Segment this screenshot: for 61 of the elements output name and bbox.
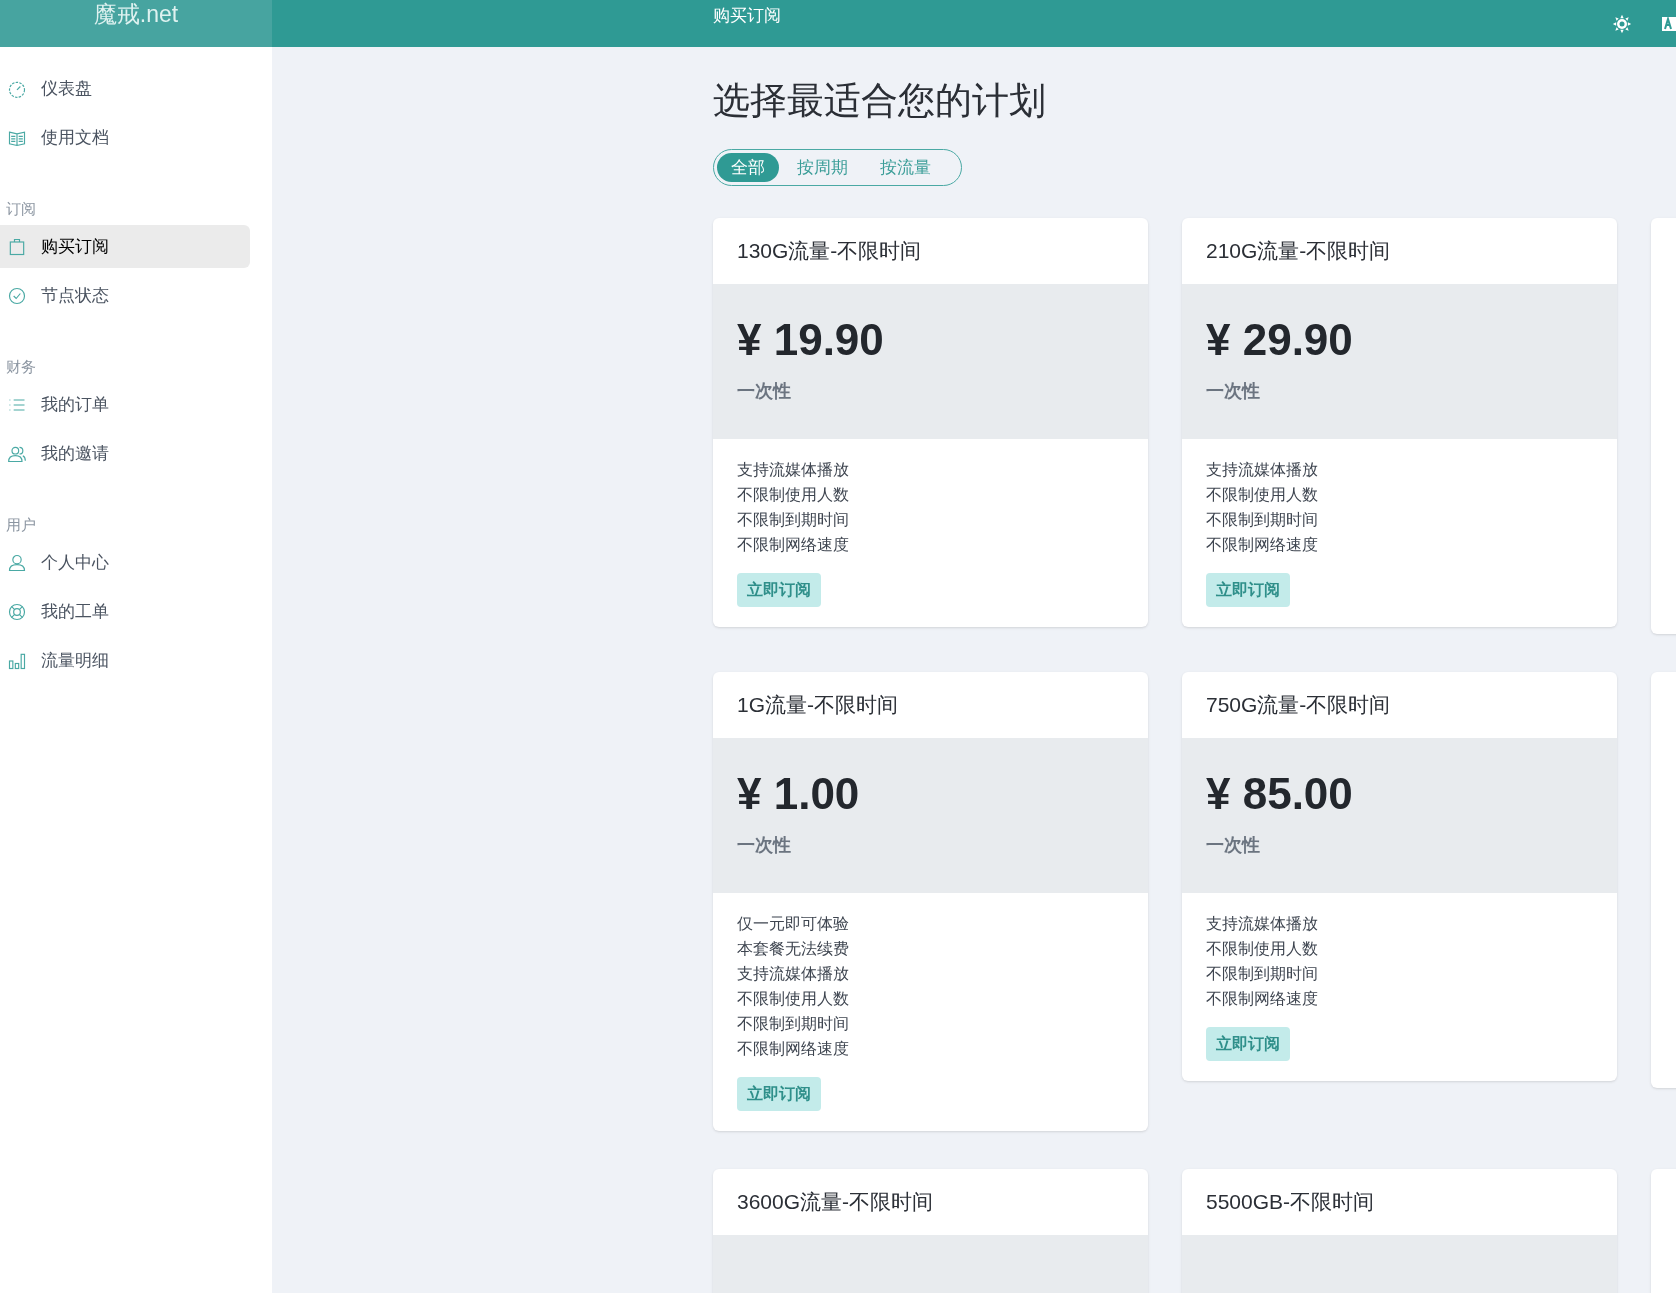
plan-feature: 不限制到期时间 [1206, 964, 1319, 984]
plan-feature: 支持流媒体播放 [737, 964, 850, 984]
plan-feature: 不限制使用人数 [737, 989, 850, 1009]
sidebar-item[interactable]: 仪表盘 [0, 67, 250, 110]
sidebar-item[interactable]: 我的工单 [0, 590, 250, 633]
plan-name: 130G流量-不限时间 [736, 238, 923, 265]
plan-name: 210G流量-不限时间 [1205, 238, 1392, 265]
plan-name: 1G流量-不限时间 [736, 692, 899, 719]
plan-period: 一次性 [1206, 380, 1261, 403]
sidebar-label: 我的工单 [41, 600, 109, 623]
plan-period: 一次性 [737, 834, 792, 857]
plan-price: ¥ 1.00 [737, 768, 861, 820]
sidebar-label: 使用文档 [41, 126, 109, 149]
plan-feature: 本套餐无法续费 [737, 939, 850, 959]
sidebar-item[interactable]: 我的订单 [0, 383, 250, 426]
plan-feature: 不限制到期时间 [737, 510, 850, 530]
plan-feature: 支持流媒体播放 [737, 460, 850, 480]
plan-period: 一次性 [737, 380, 792, 403]
plan-price: ¥ 29.90 [1206, 314, 1354, 366]
sidebar-item[interactable]: 购买订阅 [0, 225, 250, 268]
sidebar-heading: 用户 [5, 514, 37, 535]
sidebar-item[interactable]: 我的邀请 [0, 432, 250, 475]
sidebar-item[interactable]: 使用文档 [0, 116, 250, 159]
plan-feature: 不限制网络速度 [1206, 535, 1319, 555]
lifebuoy-icon [7, 601, 27, 622]
plan-feature: 支持流媒体播放 [1206, 460, 1319, 480]
plan-feature: 不限制到期时间 [737, 1014, 850, 1034]
sun-icon[interactable] [1612, 13, 1632, 34]
plan-feature: 不限制网络速度 [737, 535, 850, 555]
plan-feature: 不限制网络速度 [737, 1039, 850, 1059]
sidebar-item[interactable]: 个人中心 [0, 541, 250, 584]
sidebar-label: 我的订单 [41, 393, 109, 416]
sidebar-item[interactable]: 节点状态 [0, 274, 250, 317]
plan-name: 750G流量-不限时间 [1205, 692, 1392, 719]
user-icon [7, 552, 27, 573]
sidebar-label: 个人中心 [41, 551, 109, 574]
check-circle-icon [7, 285, 27, 306]
plan-name: 5500GB-不限时间 [1205, 1189, 1376, 1216]
plan-period: 一次性 [1206, 834, 1261, 857]
plan-price: ¥ 19.90 [737, 314, 885, 366]
plan-feature: 不限制使用人数 [1206, 939, 1319, 959]
page-title: 购买订阅 [713, 5, 781, 27]
plan-feature: 不限制网络速度 [1206, 989, 1319, 1009]
sidebar-heading: 财务 [5, 356, 37, 377]
sidebar-label: 购买订阅 [41, 235, 109, 258]
plan-feature: 支持流媒体播放 [1206, 914, 1319, 934]
plan-feature: 不限制使用人数 [1206, 485, 1319, 505]
plan-feature: 不限制使用人数 [737, 485, 850, 505]
plan-price: ¥ 85.00 [1206, 768, 1354, 820]
sidebar-label: 流量明细 [41, 649, 109, 672]
sidebar-label: 我的邀请 [41, 442, 109, 465]
sidebar-label: 节点状态 [41, 284, 109, 307]
sidebar-item[interactable]: 流量明细 [0, 639, 250, 682]
sidebar-heading: 订阅 [5, 198, 37, 219]
shopping-bag-icon [7, 236, 27, 257]
plan-feature: 仅一元即可体验 [737, 914, 850, 934]
page-heading: 选择最适合您的计划 [713, 79, 1047, 123]
sidebar-label: 仪表盘 [41, 77, 92, 100]
translate-icon[interactable] [1662, 16, 1676, 31]
plan-feature: 不限制到期时间 [1206, 510, 1319, 530]
plan-name: 3600G流量-不限时间 [736, 1189, 935, 1216]
